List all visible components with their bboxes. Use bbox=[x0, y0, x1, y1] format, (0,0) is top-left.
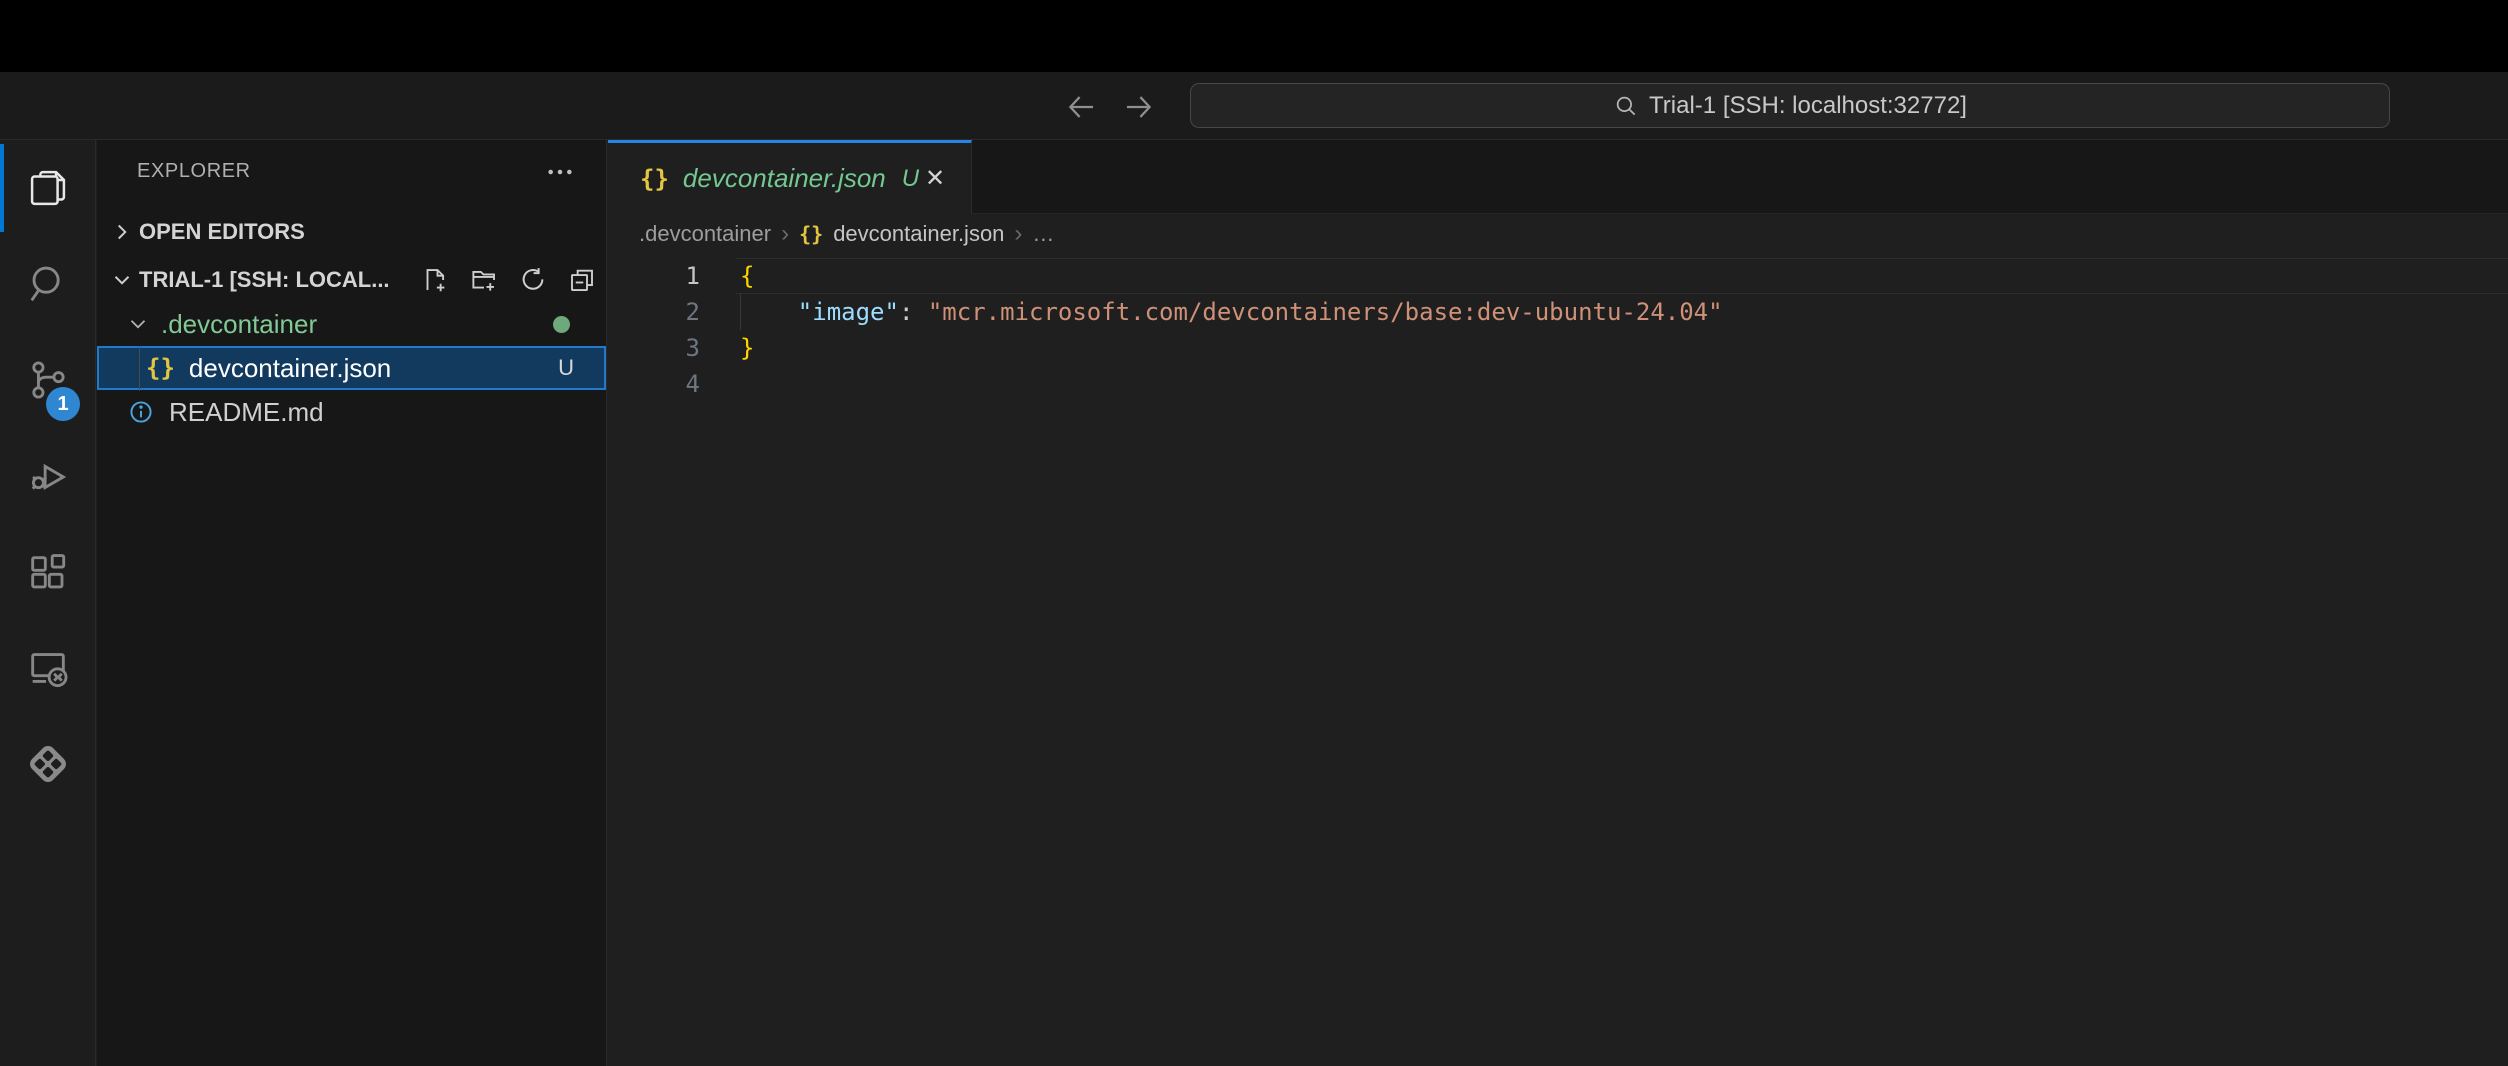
activity-item-remote-explorer[interactable] bbox=[0, 620, 96, 716]
workspace-toolbar bbox=[419, 258, 598, 302]
search-icon bbox=[25, 261, 71, 307]
extensions-icon bbox=[25, 549, 71, 595]
line-content[interactable]: } bbox=[740, 330, 754, 366]
new-file-icon bbox=[420, 265, 450, 295]
activity-item-source-control[interactable]: 1 bbox=[0, 332, 96, 428]
command-center-label: Trial-1 [SSH: localhost:32772] bbox=[1649, 92, 1967, 120]
search-icon bbox=[1613, 93, 1639, 119]
code-line-2[interactable]: 2 "image": "mcr.microsoft.com/devcontain… bbox=[608, 294, 2508, 330]
line-content[interactable]: { bbox=[740, 258, 754, 294]
macos-menu-strip bbox=[0, 0, 2508, 72]
remote-explorer-icon bbox=[25, 645, 71, 691]
chevron-down-icon bbox=[109, 267, 135, 293]
line-number[interactable]: 1 bbox=[608, 258, 700, 294]
tree-item-devcontainer-folder[interactable]: .devcontainer bbox=[97, 302, 606, 346]
tree-item-readme[interactable]: README.md bbox=[97, 390, 606, 434]
tab-close-button[interactable]: ✕ bbox=[919, 162, 951, 196]
line-number[interactable]: 2 bbox=[608, 294, 700, 330]
chevron-right-icon bbox=[109, 219, 135, 245]
file-tree: .devcontainer {} devcontainer.json U REA… bbox=[97, 302, 606, 434]
code-lines: 1{2 "image": "mcr.microsoft.com/devconta… bbox=[608, 258, 2508, 402]
editor-group: {} devcontainer.json U ✕ .devcontainer ›… bbox=[608, 140, 2508, 1066]
breadcrumbs: .devcontainer › {} devcontainer.json › … bbox=[608, 214, 2508, 254]
activity-item-containers[interactable] bbox=[0, 716, 96, 812]
navigate-back-button[interactable] bbox=[1060, 86, 1102, 128]
collapse-all-icon bbox=[567, 265, 597, 295]
git-untracked-badge: U bbox=[558, 355, 574, 381]
json-file-icon: {} bbox=[146, 354, 175, 382]
collapse-all-button[interactable] bbox=[566, 264, 598, 296]
activity-item-run-and-debug[interactable] bbox=[0, 428, 96, 524]
navigate-forward-button[interactable] bbox=[1118, 86, 1160, 128]
breadcrumb-separator: › bbox=[1014, 220, 1022, 248]
token-plain bbox=[740, 298, 798, 326]
breadcrumb-separator: › bbox=[781, 220, 789, 248]
tree-indent-guide bbox=[139, 347, 140, 391]
sidebar-header: EXPLORER bbox=[97, 140, 606, 202]
token-bracket: { bbox=[740, 262, 754, 290]
section-workspace[interactable]: TRIAL-1 [SSH: LOCAL... bbox=[97, 258, 606, 302]
readme-info-icon bbox=[127, 398, 155, 426]
code-line-1[interactable]: 1{ bbox=[608, 258, 2508, 294]
new-folder-button[interactable] bbox=[468, 264, 500, 296]
containers-clover-icon bbox=[24, 740, 72, 788]
arrow-right-icon bbox=[1122, 90, 1156, 124]
json-file-icon: {} bbox=[640, 165, 669, 193]
file-name: devcontainer.json bbox=[189, 353, 391, 384]
activity-item-search[interactable] bbox=[0, 236, 96, 332]
activity-bar: 1 bbox=[0, 140, 96, 1066]
title-bar: Trial-1 [SSH: localhost:32772] bbox=[0, 72, 2508, 140]
activity-item-explorer[interactable] bbox=[0, 140, 96, 236]
chevron-down-icon bbox=[125, 311, 151, 337]
line-number[interactable]: 4 bbox=[608, 366, 700, 402]
tab-devcontainer-json[interactable]: {} devcontainer.json U ✕ bbox=[608, 140, 972, 214]
ellipsis-icon bbox=[544, 156, 576, 188]
refresh-icon bbox=[518, 265, 548, 295]
tab-untracked-badge: U bbox=[902, 165, 919, 193]
breadcrumb-file[interactable]: devcontainer.json bbox=[833, 221, 1004, 247]
tab-bar: {} devcontainer.json U ✕ bbox=[608, 140, 2508, 214]
file-name: README.md bbox=[169, 397, 324, 428]
workspace-label: TRIAL-1 [SSH: LOCAL... bbox=[139, 267, 390, 293]
line-number[interactable]: 3 bbox=[608, 330, 700, 366]
source-control-badge: 1 bbox=[46, 387, 80, 421]
arrow-left-icon bbox=[1064, 90, 1098, 124]
open-editors-label: OPEN EDITORS bbox=[139, 219, 305, 245]
run-and-debug-icon bbox=[25, 453, 71, 499]
activity-item-extensions[interactable] bbox=[0, 524, 96, 620]
folder-name: .devcontainer bbox=[161, 309, 317, 340]
new-file-button[interactable] bbox=[419, 264, 451, 296]
code-line-3[interactable]: 3} bbox=[608, 330, 2508, 366]
token-key: "image" bbox=[798, 298, 899, 326]
breadcrumb-folder[interactable]: .devcontainer bbox=[639, 221, 771, 247]
breadcrumb-symbol[interactable]: … bbox=[1032, 221, 1054, 247]
new-folder-icon bbox=[469, 265, 499, 295]
token-plain: : bbox=[899, 298, 928, 326]
tree-item-devcontainer-json[interactable]: {} devcontainer.json U bbox=[97, 346, 606, 390]
token-string: "mcr.microsoft.com/devcontainers/base:de… bbox=[928, 298, 1723, 326]
files-icon bbox=[25, 165, 71, 211]
command-center-search[interactable]: Trial-1 [SSH: localhost:32772] bbox=[1190, 83, 2390, 128]
more-actions-button[interactable] bbox=[542, 154, 578, 190]
json-file-icon: {} bbox=[799, 222, 823, 246]
tab-label: devcontainer.json bbox=[683, 163, 886, 194]
sidebar-title: EXPLORER bbox=[137, 160, 251, 183]
code-line-4[interactable]: 4 bbox=[608, 366, 2508, 402]
line-content[interactable]: "image": "mcr.microsoft.com/devcontainer… bbox=[740, 294, 1723, 330]
explorer-sidebar: EXPLORER OPEN EDITORS TRIAL-1 [SSH: LOCA… bbox=[97, 140, 607, 1066]
git-modified-dot bbox=[553, 316, 570, 333]
token-bracket: } bbox=[740, 334, 754, 362]
refresh-button[interactable] bbox=[517, 264, 549, 296]
section-open-editors[interactable]: OPEN EDITORS bbox=[97, 210, 606, 254]
